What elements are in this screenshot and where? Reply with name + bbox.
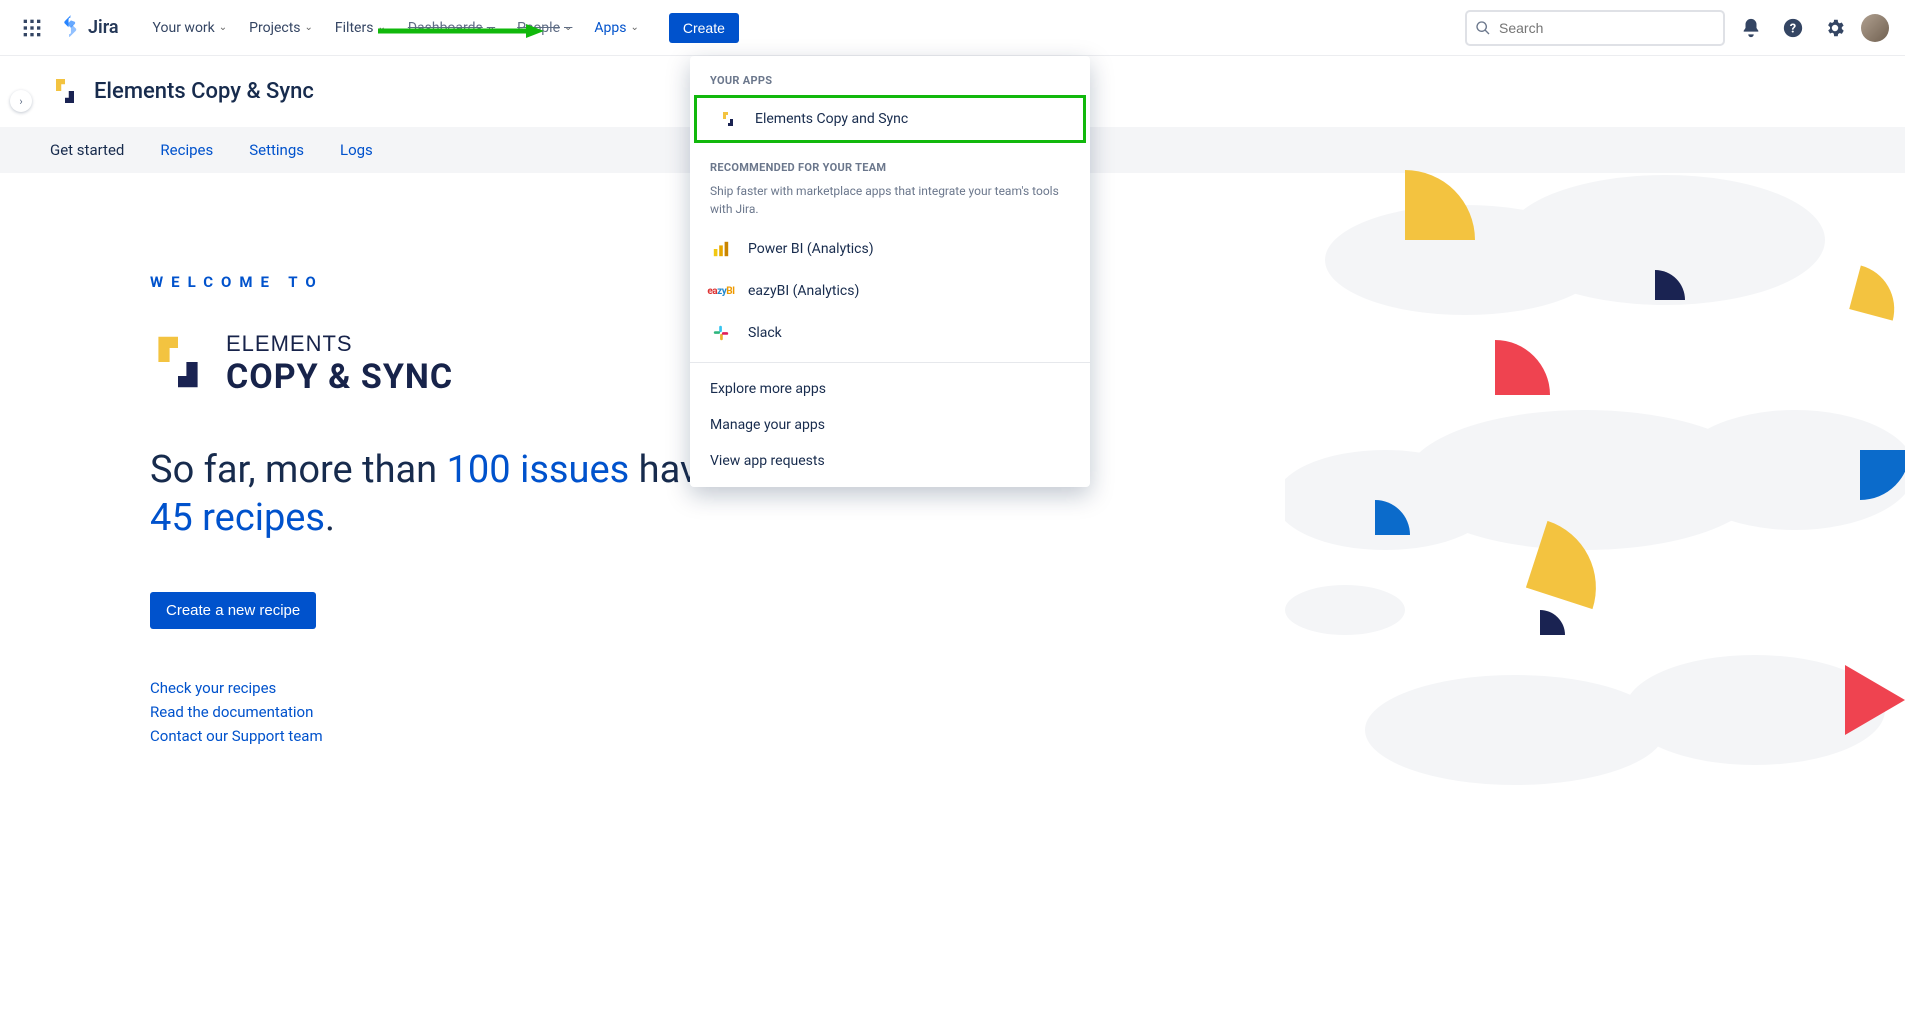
apps-dropdown: YOUR APPS Elements Copy and Sync RECOMME…: [690, 56, 1090, 487]
nav-items: Your work⌄ Projects⌄ Filters⌄ Dashboards…: [143, 14, 649, 42]
elements-app-icon: [717, 108, 739, 130]
nav-your-work[interactable]: Your work⌄: [143, 14, 238, 42]
jira-brand[interactable]: Jira: [52, 15, 127, 41]
sidebar-toggle[interactable]: ›: [10, 90, 32, 112]
link-contact-support[interactable]: Contact our Support team: [150, 727, 1905, 745]
stat-recipes: 45 recipes: [150, 496, 325, 540]
powerbi-icon: [710, 238, 732, 260]
help-icon[interactable]: ?: [1777, 12, 1809, 44]
chevron-down-icon: ⌄: [564, 22, 572, 33]
tab-logs[interactable]: Logs: [340, 141, 373, 159]
svg-text:?: ?: [1790, 21, 1796, 36]
nav-projects[interactable]: Projects⌄: [239, 14, 323, 42]
apps-section-recommended: RECOMMENDED FOR YOUR TEAM: [690, 143, 1090, 182]
settings-icon[interactable]: [1819, 12, 1851, 44]
search-icon: [1475, 20, 1491, 36]
apps-item-label: Slack: [748, 325, 782, 341]
search-wrap: [1465, 10, 1725, 46]
link-check-recipes[interactable]: Check your recipes: [150, 679, 1905, 697]
apps-item-powerbi[interactable]: Power BI (Analytics): [690, 228, 1090, 270]
annotation-highlight-box: Elements Copy and Sync: [694, 95, 1086, 143]
apps-view-requests[interactable]: View app requests: [690, 443, 1090, 479]
slack-icon: [710, 322, 732, 344]
apps-item-eazybi[interactable]: eazyBI eazyBI (Analytics): [690, 270, 1090, 312]
nav-filters[interactable]: Filters⌄: [325, 14, 396, 42]
chevron-down-icon: ⌄: [219, 22, 227, 33]
jira-brand-text: Jira: [88, 17, 119, 38]
nav-apps[interactable]: Apps⌄: [584, 14, 648, 42]
app-switcher-icon[interactable]: [16, 12, 48, 44]
chevron-down-icon: ⌄: [305, 22, 313, 33]
hero-brand-line1: ELEMENTS: [226, 331, 453, 357]
nav-people[interactable]: People⌄: [507, 14, 582, 42]
apps-item-elements-copy-sync[interactable]: Elements Copy and Sync: [697, 98, 1083, 140]
elements-logo-icon: [150, 334, 206, 394]
tab-recipes[interactable]: Recipes: [160, 141, 213, 159]
nav-dashboards[interactable]: Dashboards⌄: [398, 14, 505, 42]
chevron-down-icon: ⌄: [630, 22, 638, 33]
apps-item-label: Elements Copy and Sync: [755, 111, 908, 127]
notifications-icon[interactable]: [1735, 12, 1767, 44]
tab-get-started[interactable]: Get started: [50, 141, 124, 159]
avatar[interactable]: [1861, 14, 1889, 42]
menu-divider: [690, 362, 1090, 363]
top-nav: Jira Your work⌄ Projects⌄ Filters⌄ Dashb…: [0, 0, 1905, 56]
create-recipe-button[interactable]: Create a new recipe: [150, 592, 316, 629]
stat-issues: 100 issues: [447, 448, 630, 492]
hero-links: Check your recipes Read the documentatio…: [150, 679, 1905, 745]
apps-item-slack[interactable]: Slack: [690, 312, 1090, 354]
chevron-down-icon: ⌄: [377, 22, 385, 33]
elements-app-icon: [50, 76, 80, 106]
chevron-down-icon: ⌄: [487, 22, 495, 33]
app-title: Elements Copy & Sync: [94, 79, 314, 104]
apps-item-label: Power BI (Analytics): [748, 241, 874, 257]
tab-settings[interactable]: Settings: [249, 141, 304, 159]
jira-logo-icon: [60, 15, 82, 41]
link-read-docs[interactable]: Read the documentation: [150, 703, 1905, 721]
apps-explore-more[interactable]: Explore more apps: [690, 371, 1090, 407]
apps-manage[interactable]: Manage your apps: [690, 407, 1090, 443]
apps-section-recommended-desc: Ship faster with marketplace apps that i…: [690, 182, 1090, 228]
topnav-right: ?: [1465, 10, 1889, 46]
apps-item-label: eazyBI (Analytics): [748, 283, 859, 299]
create-button[interactable]: Create: [669, 13, 739, 43]
search-input[interactable]: [1465, 10, 1725, 46]
eazybi-icon: eazyBI: [710, 280, 732, 302]
hero-brand-line2: COPY & SYNC: [226, 357, 453, 397]
apps-section-your-apps: YOUR APPS: [690, 56, 1090, 95]
